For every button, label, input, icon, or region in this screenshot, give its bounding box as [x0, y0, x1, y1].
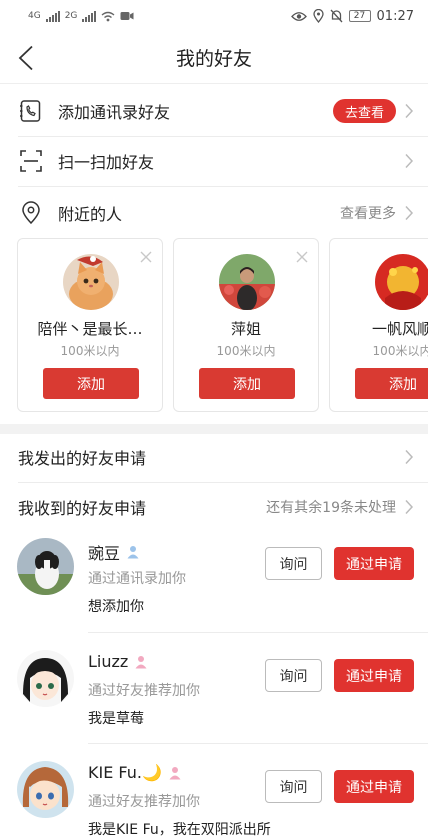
scan-add-row[interactable]: 扫一扫加好友: [0, 136, 428, 186]
nearby-card[interactable]: 萍姐 100米以内 添加: [173, 238, 319, 412]
signal-icon-2: [82, 10, 97, 22]
clock: 01:27: [376, 8, 414, 24]
received-requests-label: 我收到的好友申请: [18, 499, 147, 518]
nearby-card[interactable]: 一帆风顺 100米以内 添加: [329, 238, 428, 412]
accept-request-button[interactable]: 通过申请: [334, 659, 414, 692]
chevron-left-icon: [18, 45, 33, 71]
request-message: 我是KIE Fu，我在双阳派出所: [88, 822, 271, 838]
requester-name: KIE Fu.🌙: [88, 763, 162, 782]
requester-name-row: Liuzz: [88, 652, 148, 671]
pending-count: 还有其余19条未处理: [266, 500, 396, 516]
avatar: [63, 254, 119, 310]
female-person-icon: [135, 655, 147, 668]
page: 4G 2G 27 01:27 我的好友 添加通讯录好友 去查看 扫一扫加好友 附…: [0, 0, 428, 839]
eye-icon: [290, 11, 307, 21]
avatar: [219, 254, 275, 310]
add-friend-button[interactable]: 添加: [43, 368, 139, 399]
requester-name-row: 豌豆: [88, 540, 140, 564]
nearby-more-link[interactable]: 查看更多: [340, 203, 396, 223]
signal-label-2: 2G: [64, 11, 78, 21]
add-contacts-row[interactable]: 添加通讯录好友 去查看: [0, 86, 428, 136]
add-friend-button[interactable]: 添加: [355, 368, 428, 399]
nearby-cards: 陪伴丶是最长… 100米以内 添加 萍姐 100米以内 添加 一帆风顺 100米…: [0, 238, 428, 412]
status-left: 4G 2G: [28, 10, 134, 22]
sent-requests-row[interactable]: 我发出的好友申请: [0, 434, 428, 480]
nearby-name: 萍姐: [230, 320, 261, 338]
chevron-right-icon: [405, 103, 414, 119]
chevron-right-icon: [405, 449, 414, 465]
chevron-right-icon: [405, 205, 414, 221]
scan-icon: [20, 150, 42, 172]
nearby-distance: 100米以内: [60, 344, 120, 358]
ask-button[interactable]: 询问: [265, 547, 322, 580]
ask-button[interactable]: 询问: [265, 770, 322, 803]
avatar: [17, 761, 74, 818]
accept-request-button[interactable]: 通过申请: [334, 547, 414, 580]
chevron-right-icon: [405, 499, 414, 515]
location-icon: [312, 9, 324, 23]
mute-bell-icon: [330, 9, 343, 23]
request-source: 通过好友推荐加你: [88, 683, 200, 699]
section-gap: [0, 424, 428, 434]
status-bar: 4G 2G 27 01:27: [0, 0, 428, 32]
friend-request-item: KIE Fu.🌙 通过好友推荐加你 我是KIE Fu，我在双阳派出所 询问 通过…: [0, 761, 428, 839]
requester-name: 豌豆: [88, 544, 121, 563]
request-source: 通过好友推荐加你: [88, 794, 200, 810]
female-person-icon: [169, 766, 181, 779]
nearby-distance: 100米以内: [216, 344, 276, 358]
nearby-name: 一帆风顺: [371, 320, 428, 338]
scan-add-label: 扫一扫加好友: [58, 153, 155, 172]
signal-label-1: 4G: [28, 11, 41, 21]
request-message: 想添加你: [88, 599, 144, 615]
contacts-phone-icon: [20, 100, 41, 122]
divider: [18, 482, 428, 483]
male-person-icon: [127, 546, 139, 559]
signal-icon: [45, 10, 60, 22]
page-title: 我的好友: [175, 48, 252, 70]
status-right: 27 01:27: [290, 8, 414, 24]
request-message: 我是草莓: [88, 711, 144, 727]
add-friend-button[interactable]: 添加: [199, 368, 295, 399]
nearby-label: 附近的人: [58, 205, 123, 224]
nearby-distance: 100米以内: [372, 344, 428, 358]
divider: [88, 743, 428, 744]
requester-name-row: KIE Fu.🌙: [88, 763, 182, 782]
nearby-row[interactable]: 附近的人 查看更多: [0, 188, 428, 238]
avatar: [17, 538, 74, 595]
location-pin-icon: [22, 201, 40, 225]
requester-name: Liuzz: [88, 652, 129, 671]
video-icon: [120, 12, 134, 20]
nearby-name: 陪伴丶是最长…: [37, 320, 143, 338]
nearby-card[interactable]: 陪伴丶是最长… 100米以内 添加: [17, 238, 163, 412]
accept-request-button[interactable]: 通过申请: [334, 770, 414, 803]
battery-icon: 27: [348, 10, 371, 22]
add-contacts-label: 添加通讯录好友: [58, 103, 171, 122]
ask-button[interactable]: 询问: [265, 659, 322, 692]
avatar: [17, 650, 74, 707]
sent-requests-label: 我发出的好友申请: [18, 449, 147, 468]
divider: [88, 632, 428, 633]
wifi-icon: [101, 11, 115, 21]
chevron-right-icon: [405, 153, 414, 169]
navbar: 我的好友: [0, 32, 428, 84]
close-icon[interactable]: [140, 251, 152, 263]
received-requests-row[interactable]: 我收到的好友申请 还有其余19条未处理: [0, 484, 428, 530]
close-icon[interactable]: [296, 251, 308, 263]
back-button[interactable]: [12, 44, 40, 72]
divider: [18, 186, 428, 187]
request-source: 通过通讯录加你: [88, 571, 186, 587]
avatar: [375, 254, 428, 310]
view-contacts-button[interactable]: 去查看: [332, 99, 396, 123]
